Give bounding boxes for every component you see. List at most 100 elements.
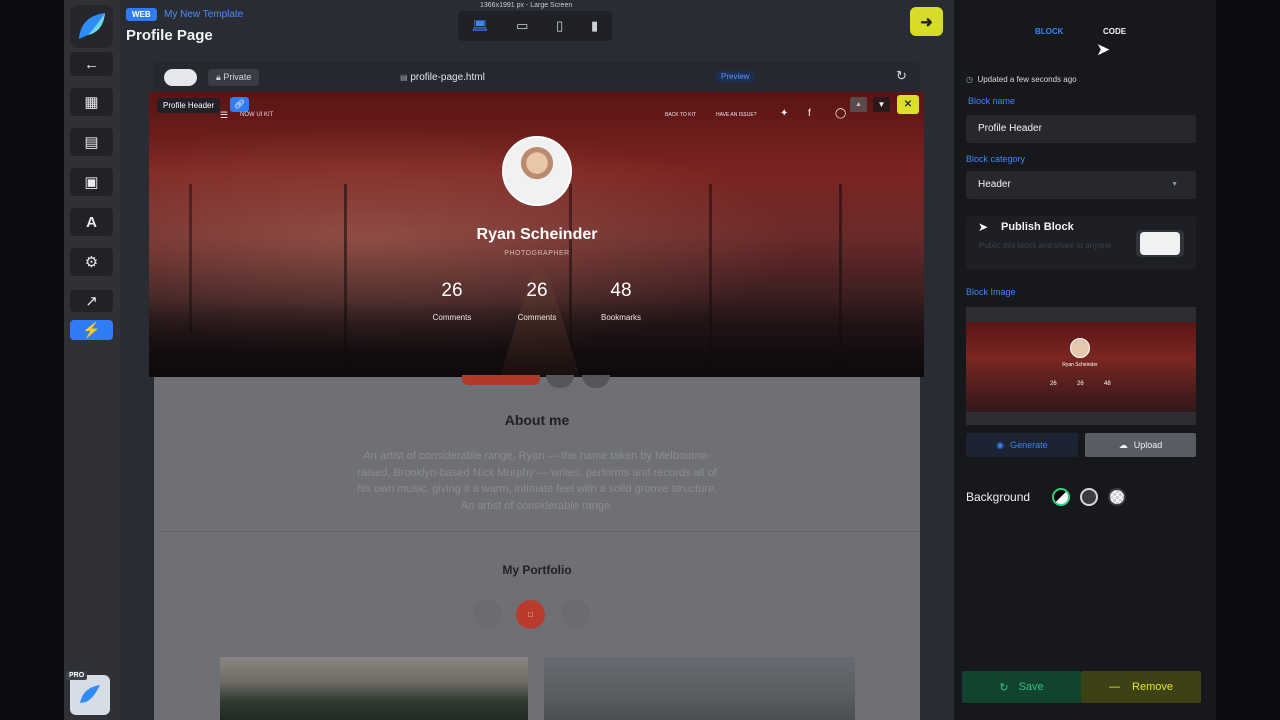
block-name-field[interactable]: Profile Header	[966, 115, 1196, 143]
facebook-icon[interactable]: f	[808, 108, 811, 119]
portfolio-tab-3[interactable]: □	[561, 600, 590, 629]
save-button[interactable]: ↻ Save	[962, 671, 1081, 703]
background-label: Background	[966, 490, 1031, 504]
stat-value: 26	[441, 280, 463, 301]
image-icon: ▣	[84, 174, 99, 191]
stat-label: Bookmarks	[600, 313, 641, 322]
export-button[interactable]: ↗	[70, 290, 113, 312]
updated-status: ◷ Updated a few seconds ago	[966, 75, 1077, 84]
kit-brand[interactable]: NOW UI KIT	[240, 112, 273, 118]
reload-icon[interactable]: ↻	[896, 68, 907, 84]
portfolio-title: My Portfolio	[502, 563, 572, 577]
close-icon: ✕	[903, 99, 913, 110]
save-label: Save	[1018, 681, 1044, 693]
block-category-label: Block category	[966, 154, 1026, 164]
media-button[interactable]: ▣	[70, 168, 113, 196]
stat-value: 26	[526, 280, 548, 301]
divider	[160, 531, 920, 532]
portfolio-tab-1[interactable]: □	[473, 600, 502, 629]
thumbnail-name: Ryan Scheinder	[1062, 362, 1098, 368]
block-category-value: Header	[978, 179, 1011, 190]
typography-button[interactable]: A	[70, 208, 113, 236]
back-arrow-icon: ←	[84, 55, 99, 73]
pro-tile[interactable]	[70, 675, 110, 715]
issue-link[interactable]: HAVE AN ISSUE?	[716, 112, 756, 118]
instagram-icon[interactable]: ◯	[835, 108, 846, 119]
portfolio-image	[544, 657, 855, 720]
visibility-toggle[interactable]	[164, 69, 197, 86]
back-to-kit-link[interactable]: BACK TO KIT	[665, 112, 696, 118]
updated-text: Updated a few seconds ago	[977, 75, 1077, 84]
remove-button[interactable]: — Remove	[1081, 671, 1201, 703]
lock-icon: 🔒︎	[216, 72, 221, 82]
template-name[interactable]: My New Template	[164, 9, 243, 20]
preview-button[interactable]: Preview	[716, 71, 755, 82]
twitter-icon[interactable]: ✦	[780, 108, 788, 119]
move-down-button[interactable]: ▼	[873, 97, 890, 112]
stat-label: Comments	[517, 313, 557, 322]
about-title: About me	[504, 412, 570, 428]
page-title: Profile Page	[126, 27, 213, 44]
clock-icon: ◷	[966, 75, 973, 84]
device-switcher: 💻︎ ▭ ▯ ▮	[458, 11, 612, 41]
swatch-dark[interactable]	[1080, 488, 1098, 506]
tablet-icon[interactable]: ▯	[556, 18, 563, 34]
thumbnail-stat: 26	[1050, 381, 1057, 387]
private-badge[interactable]: 🔒︎ Private	[208, 69, 260, 86]
chevron-down-icon: ▼	[1171, 181, 1178, 188]
square-icon: □	[485, 610, 490, 619]
file-name: ▤ profile-page.html	[400, 72, 485, 83]
mouse-cursor: ➤	[1096, 40, 1111, 59]
thumbnail-stat: 26	[1077, 381, 1084, 387]
chevron-up-icon: ▲	[855, 101, 862, 108]
thumbnail-avatar	[1070, 338, 1090, 358]
move-up-button[interactable]: ▲	[850, 97, 867, 112]
avatar	[502, 136, 572, 206]
mobile-icon[interactable]: ▮	[591, 18, 598, 34]
publish-button[interactable]: ⚡	[70, 320, 113, 340]
font-icon: A	[86, 213, 97, 231]
hamburger-icon[interactable]: ☰	[220, 110, 228, 121]
remove-label: Remove	[1132, 681, 1173, 693]
stat-label: Comments	[432, 313, 472, 322]
logo-icon	[79, 13, 105, 39]
outer-margin	[1216, 0, 1280, 720]
page-icon: ▤	[84, 134, 99, 151]
private-label: Private	[223, 72, 252, 82]
app-logo[interactable]	[70, 5, 113, 48]
hero-foreground	[149, 300, 924, 377]
blocks-button[interactable]: ▦	[70, 88, 113, 116]
desktop-icon[interactable]: 💻︎	[472, 18, 489, 34]
share-icon: ↗	[85, 293, 98, 310]
forward-button[interactable]: ➜	[910, 7, 943, 36]
follow-button[interactable]	[462, 375, 540, 385]
tab-block[interactable]: BLOCK	[1035, 27, 1063, 36]
generate-button[interactable]: ◉ Generate	[966, 433, 1078, 457]
pages-button[interactable]: ▤	[70, 128, 113, 156]
pro-badge: PRO	[66, 671, 88, 680]
link-button[interactable]: 🔗︎	[230, 97, 249, 112]
refresh-icon: ↻	[999, 681, 1009, 694]
square-icon: □	[573, 610, 578, 619]
lightning-icon: ⚡	[82, 322, 101, 339]
block-label: Profile Header	[157, 98, 221, 113]
swatch-transparent[interactable]	[1108, 488, 1126, 506]
chevron-down-icon: ▼	[877, 100, 886, 109]
close-block-button[interactable]: ✕	[897, 95, 919, 114]
thumbnail-stat: 48	[1104, 381, 1111, 387]
screen-dimensions: 1366x1991 px - Large Screen	[480, 2, 573, 9]
file-icon: ▤	[400, 73, 408, 82]
portfolio-image	[220, 657, 528, 720]
portfolio-tab-2[interactable]: □	[516, 600, 545, 629]
tab-code[interactable]: CODE	[1103, 27, 1126, 36]
settings-button[interactable]: ⚙	[70, 248, 113, 276]
block-category-select[interactable]: Header ▼	[966, 171, 1196, 199]
minus-icon: —	[1109, 681, 1121, 693]
upload-button[interactable]: ☁ Upload	[1085, 433, 1196, 457]
grid-icon: ▦	[84, 94, 99, 111]
back-button[interactable]: ←	[70, 52, 113, 76]
upload-label: Upload	[1133, 440, 1163, 450]
swatch-contrast[interactable]	[1052, 488, 1070, 506]
laptop-icon[interactable]: ▭	[516, 18, 528, 34]
cloud-upload-icon: ☁	[1118, 439, 1128, 450]
